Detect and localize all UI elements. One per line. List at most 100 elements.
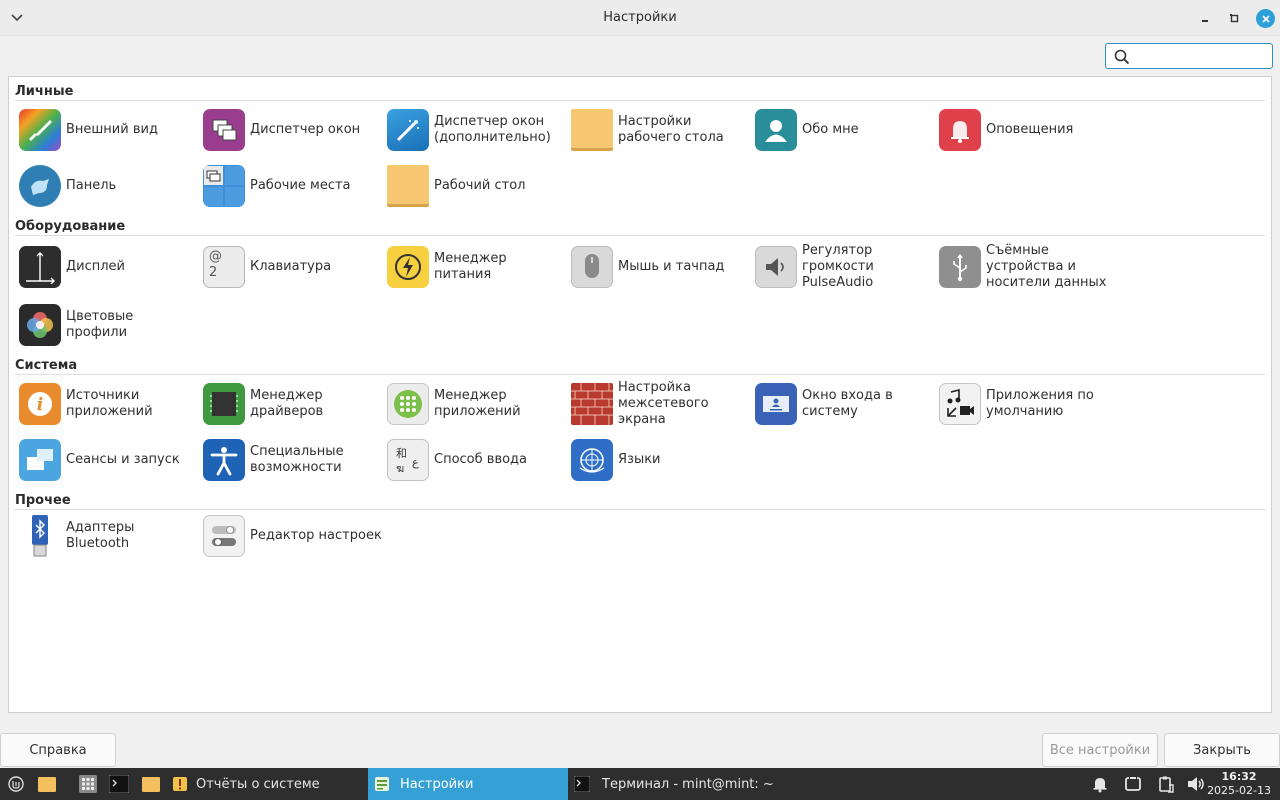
app-grid-icon: [79, 775, 97, 793]
item-input-method[interactable]: 和ฆع Способ ввода: [387, 435, 567, 485]
item-notifications[interactable]: Оповещения: [939, 105, 1119, 155]
minimize-button[interactable]: [1196, 9, 1214, 27]
search-input[interactable]: [1134, 47, 1268, 65]
close-window-button[interactable]: [1256, 9, 1275, 28]
task-settings[interactable]: Настройки: [368, 768, 568, 800]
item-firewall[interactable]: Настройка межсетевого экрана: [571, 379, 751, 429]
all-settings-button[interactable]: Все настройки: [1042, 733, 1158, 767]
speaker-icon: [1188, 777, 1204, 791]
launcher-files[interactable]: [37, 774, 57, 794]
driver-manager-icon: [203, 383, 245, 425]
svg-text:ع: ع: [412, 456, 419, 469]
help-button[interactable]: Справка: [0, 733, 116, 767]
item-display[interactable]: Дисплей: [19, 242, 199, 292]
item-window-manager-tweaks[interactable]: Диспетчер окон (дополнительно): [387, 105, 567, 155]
tray-network[interactable]: [1123, 774, 1143, 794]
terminal-icon: [574, 776, 590, 792]
item-login-window[interactable]: Окно входа в систему: [755, 379, 935, 429]
launcher-apps[interactable]: [78, 774, 98, 794]
item-workspaces[interactable]: Рабочие места: [203, 161, 383, 211]
item-appearance[interactable]: Внешний вид: [19, 105, 199, 155]
bell-icon: [1093, 778, 1107, 793]
task-terminal[interactable]: Терминал - mint@mint: ~: [568, 768, 778, 800]
firewall-icon: [571, 383, 613, 425]
start-menu-button[interactable]: [6, 774, 26, 794]
close-button[interactable]: Закрыть: [1164, 733, 1280, 767]
svg-text:ฆ: ฆ: [396, 462, 404, 475]
clock-date: 2025-02-13: [1207, 784, 1271, 797]
item-volume[interactable]: Регулятор громкости PulseAudio: [755, 242, 935, 292]
item-settings-editor[interactable]: Редактор настроек: [203, 511, 383, 561]
section-title: Прочее: [15, 492, 1265, 510]
item-about-me[interactable]: Обо мне: [755, 105, 935, 155]
item-removable-devices[interactable]: Съёмные устройства и носители данных: [939, 242, 1119, 292]
task-label: Отчёты о системе: [196, 776, 320, 792]
minimize-icon: [1202, 20, 1208, 22]
item-panel[interactable]: Панель: [19, 161, 199, 211]
section-system: Система i Источники приложений Менеджер …: [15, 357, 1265, 481]
item-software-manager[interactable]: Менеджер приложений: [387, 379, 567, 429]
task-label: Терминал - mint@mint: ~: [602, 776, 774, 792]
mint-logo-icon: [8, 776, 24, 792]
workspaces-icon: [203, 165, 245, 207]
item-desktop[interactable]: Рабочий стол: [387, 161, 567, 211]
clock[interactable]: 16:32 2025-02-13: [1207, 770, 1271, 798]
panel-icon: [19, 165, 61, 207]
settings-app-icon: [375, 777, 389, 791]
tray-notifications[interactable]: [1090, 774, 1110, 794]
launcher-terminal[interactable]: [109, 774, 129, 794]
sessions-icon: [19, 439, 61, 481]
about-me-icon: [755, 109, 797, 151]
item-default-apps[interactable]: Приложения по умолчанию: [939, 379, 1119, 429]
section-other: Прочее Адаптеры Bluetooth Редактор настр…: [15, 492, 1265, 557]
mouse-icon: [571, 246, 613, 288]
task-system-reports[interactable]: Отчёты о системе: [166, 768, 366, 800]
item-keyboard[interactable]: @2 Клавиатура: [203, 242, 383, 292]
window-manager-tweaks-icon: [387, 109, 429, 151]
section-title: Система: [15, 357, 1265, 375]
bluetooth-icon: [19, 515, 61, 557]
item-power-manager[interactable]: Менеджер питания: [387, 242, 567, 292]
warning-icon: [173, 777, 187, 791]
tray-volume[interactable]: [1186, 774, 1206, 794]
section-title: Оборудование: [15, 218, 1265, 236]
maximize-icon: [1230, 14, 1239, 23]
volume-icon: [755, 246, 797, 288]
languages-icon: [571, 439, 613, 481]
section-hardware: Оборудование Дисплей @2 Клавиатура Менед…: [15, 218, 1265, 346]
item-accessibility[interactable]: Специальные возможности: [203, 435, 383, 485]
network-icon: [1125, 776, 1141, 791]
input-method-icon: 和ฆع: [387, 439, 429, 481]
power-manager-icon: [387, 246, 429, 288]
window-manager-icon: [203, 109, 245, 151]
item-mouse[interactable]: Мышь и тачпад: [571, 242, 751, 292]
folder-icon: [38, 777, 56, 792]
default-apps-icon: [939, 383, 981, 425]
color-profiles-icon: [19, 304, 61, 346]
item-languages[interactable]: Языки: [571, 435, 751, 485]
display-icon: [19, 246, 61, 288]
close-icon: [1261, 14, 1270, 23]
appearance-icon: [19, 109, 61, 151]
item-color-profiles[interactable]: Цветовые профили: [19, 300, 199, 350]
folder-icon: [142, 777, 160, 792]
search-box[interactable]: [1105, 43, 1273, 69]
tray-clipboard[interactable]: [1156, 774, 1176, 794]
section-title: Личные: [15, 83, 1265, 101]
item-desktop-settings[interactable]: Настройки рабочего стола: [571, 105, 751, 155]
item-software-sources[interactable]: i Источники приложений: [19, 379, 199, 429]
accessibility-icon: [203, 439, 245, 481]
svg-text:i: i: [37, 395, 43, 415]
title-bar: Настройки: [0, 0, 1280, 36]
item-bluetooth[interactable]: Адаптеры Bluetooth: [19, 511, 199, 561]
item-window-manager[interactable]: Диспетчер окон: [203, 105, 383, 155]
item-driver-manager[interactable]: Менеджер драйверов: [203, 379, 383, 429]
item-sessions[interactable]: Сеансы и запуск: [19, 435, 199, 485]
desktop-settings-icon: [571, 109, 613, 151]
clipboard-icon: [1159, 776, 1174, 793]
search-icon: [1114, 49, 1130, 65]
launcher-folder[interactable]: [141, 774, 161, 794]
clock-time: 16:32: [1221, 770, 1257, 783]
maximize-button[interactable]: [1225, 9, 1243, 27]
taskbar: Отчёты о системе Настройки Терминал - mi…: [0, 768, 1280, 800]
